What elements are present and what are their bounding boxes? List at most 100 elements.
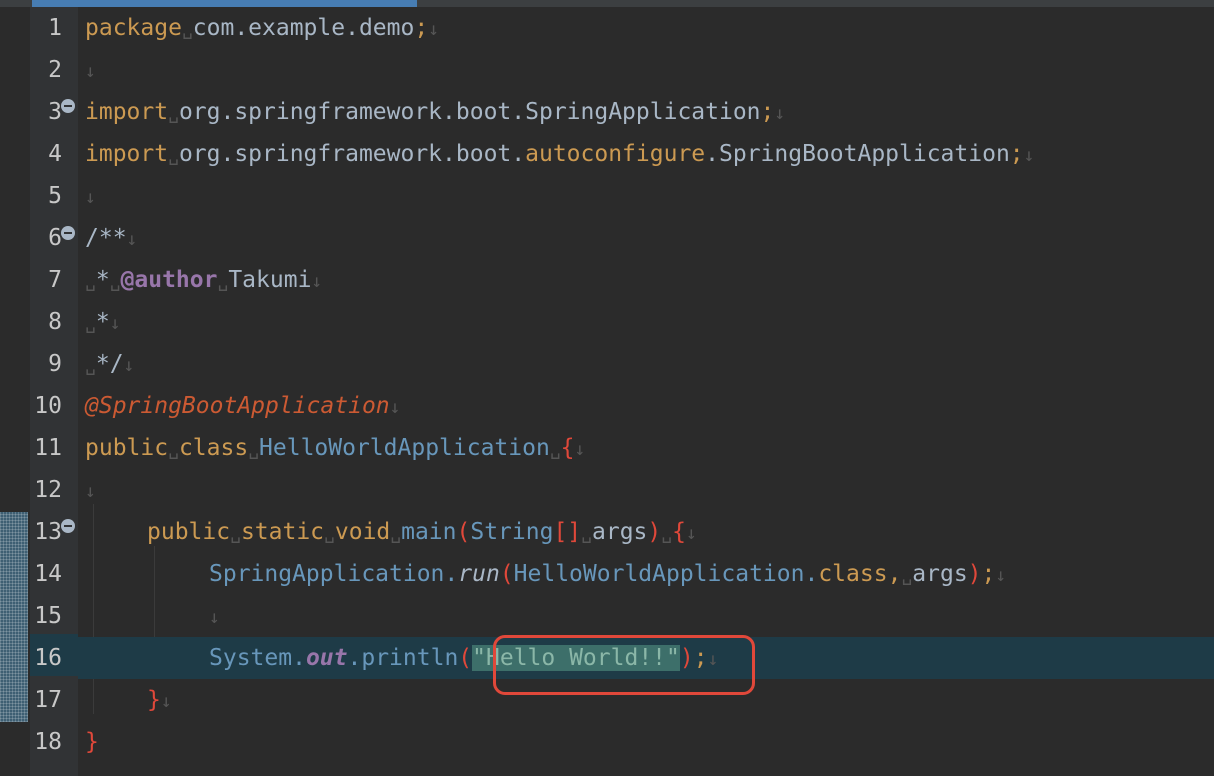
doc-tag-author: @author	[120, 267, 218, 293]
dot: .	[347, 645, 362, 671]
import-package: org.springframework.boot.	[178, 99, 526, 125]
line-number[interactable]: 5	[30, 175, 62, 217]
doc-comment-end: */	[95, 351, 124, 377]
line-end-mark: ↓	[774, 103, 786, 124]
line-end-mark: ↓	[126, 229, 138, 250]
keyword-import: import	[85, 141, 169, 167]
open-paren: (	[456, 519, 471, 545]
comma: ,	[887, 561, 902, 587]
line-number[interactable]: 14	[30, 553, 62, 595]
code-line[interactable]: public␣class␣HelloWorldApplication␣{↓	[78, 427, 1214, 469]
import-class: SpringApplication	[525, 99, 761, 125]
line-number[interactable]: 12	[30, 469, 62, 511]
line-number[interactable]: 9	[30, 343, 62, 385]
line-number[interactable]: 13	[30, 511, 62, 553]
import-package: org.springframework.boot.	[178, 141, 526, 167]
fold-icon[interactable]	[61, 519, 75, 533]
keyword-public: public	[147, 519, 231, 545]
line-end-mark: ↓	[311, 271, 323, 292]
line-number[interactable]: 3	[30, 91, 62, 133]
code-line[interactable]: ↓	[78, 175, 1214, 217]
line-number[interactable]: 11	[30, 427, 62, 469]
method-name: main	[401, 519, 457, 545]
static-field: out	[305, 645, 348, 671]
fold-icon[interactable]	[61, 99, 75, 113]
dot: .	[444, 561, 459, 587]
code-line[interactable]: ↓	[78, 469, 1214, 511]
fold-icon[interactable]	[61, 226, 75, 240]
annotation: @SpringBootApplication	[85, 393, 390, 419]
line-number[interactable]: 2	[30, 49, 62, 91]
line-number[interactable]: 7	[30, 259, 62, 301]
line-number[interactable]: 10	[30, 385, 62, 427]
code-line[interactable]: package␣com.example.demo;↓	[78, 7, 1214, 49]
line-end-mark: ↓	[123, 355, 135, 376]
method-call: println	[361, 645, 459, 671]
keyword-void: void	[334, 519, 391, 545]
line-number[interactable]: 16	[30, 637, 62, 679]
highlight-annotation-box	[493, 635, 755, 695]
line-end-mark: ↓	[574, 439, 586, 460]
line-end-mark: ↓	[109, 313, 121, 334]
vcs-change-marker[interactable]	[0, 512, 28, 722]
doc-star: *	[95, 267, 110, 293]
line-number[interactable]: 8	[30, 301, 62, 343]
close-paren: )	[647, 519, 662, 545]
line-end-mark: ↓	[85, 61, 96, 82]
keyword-public: public	[85, 435, 169, 461]
arg-name: args	[912, 561, 968, 587]
keyword-import: import	[85, 99, 169, 125]
param-type: String	[470, 519, 554, 545]
line-end-mark: ↓	[428, 19, 440, 40]
active-tab-indicator[interactable]	[32, 0, 417, 7]
method-call: run	[458, 561, 500, 587]
line-number[interactable]: 17	[30, 679, 62, 721]
doc-author-name: Takumi	[228, 267, 312, 293]
import-subpackage: autoconfigure	[525, 141, 706, 167]
code-line[interactable]: import␣org.springframework.boot.autoconf…	[78, 133, 1214, 175]
keyword-package: package	[85, 15, 182, 41]
dot: .	[292, 645, 306, 671]
code-line[interactable]: public␣static␣void␣main(String[]␣args)␣{…	[78, 511, 1214, 553]
open-paren: (	[458, 645, 473, 671]
code-line[interactable]: @SpringBootApplication↓	[78, 385, 1214, 427]
keyword-class: class	[178, 435, 249, 461]
code-line[interactable]: ␣*␣@author␣Takumi↓	[78, 259, 1214, 301]
array-brackets: []	[553, 519, 582, 545]
code-area[interactable]: package␣com.example.demo;↓ ↓ import␣org.…	[78, 7, 1214, 776]
code-editor[interactable]: 1 2 3 4 5 6 7 8 9 10 11 12 13 14 15 16 17 18 package␣com.…	[0, 0, 1214, 776]
class-name: HelloWorldApplication	[259, 435, 550, 461]
line-number[interactable]: 4	[30, 133, 62, 175]
editor-tab-strip	[0, 0, 1214, 7]
line-number[interactable]: 18	[30, 721, 62, 763]
line-end-mark: ↓	[85, 481, 96, 502]
param-name: args	[592, 519, 648, 545]
line-number[interactable]: 15	[30, 595, 62, 637]
package-name: com.example.demo	[192, 15, 415, 41]
code-line[interactable]: ␣*↓	[78, 301, 1214, 343]
code-line[interactable]: import␣org.springframework.boot.SpringAp…	[78, 91, 1214, 133]
code-line[interactable]: }	[78, 721, 1214, 763]
class-ref: HelloWorldApplication	[513, 561, 805, 587]
class-ref: System	[209, 645, 293, 671]
dot: .	[705, 141, 719, 167]
open-brace: {	[560, 435, 575, 461]
code-line[interactable]: ↓	[78, 49, 1214, 91]
dot: .	[804, 561, 819, 587]
line-number[interactable]: 6	[30, 217, 62, 259]
open-brace: {	[672, 519, 686, 545]
doc-star: *	[95, 309, 110, 335]
code-line[interactable]: ↓	[78, 595, 1214, 637]
code-line[interactable]: ␣*/↓	[78, 343, 1214, 385]
close-paren: )	[967, 561, 982, 587]
semicolon: ;	[760, 99, 775, 125]
open-paren: (	[499, 561, 514, 587]
line-end-mark: ↓	[209, 607, 220, 628]
doc-comment-start: /**	[85, 225, 127, 251]
code-line[interactable]: /**↓	[78, 217, 1214, 259]
line-number[interactable]: 1	[30, 7, 62, 49]
import-class: SpringBootApplication	[719, 141, 1010, 167]
code-line[interactable]: SpringApplication.run(HelloWorldApplicat…	[78, 553, 1214, 595]
close-brace: }	[147, 687, 161, 713]
line-end-mark: ↓	[1023, 145, 1035, 166]
